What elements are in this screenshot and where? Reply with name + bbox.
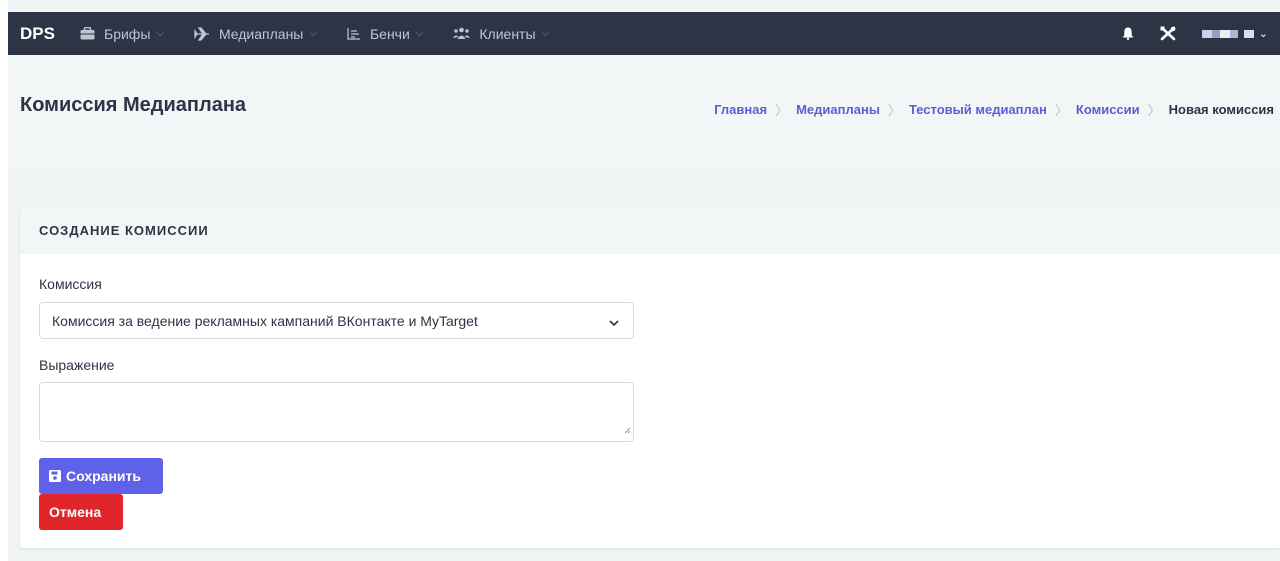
breadcrumb-item-test-mediaplan[interactable]: Тестовый медиаплан <box>909 102 1047 117</box>
commission-select[interactable]: Комиссия за ведение рекламных кампаний В… <box>39 302 634 339</box>
chevron-down-icon: ⌄ <box>1258 28 1268 40</box>
save-button-label: Сохранить <box>66 468 141 484</box>
nav-item-mediaplans[interactable]: Медиапланы ⌵ <box>194 26 317 42</box>
nav-item-clients[interactable]: Клиенты ⌵ <box>453 26 549 42</box>
card-header: СОЗДАНИЕ КОМИССИИ <box>20 208 1280 254</box>
cancel-button-label: Отмена <box>49 504 102 520</box>
bell-icon[interactable] <box>1122 27 1134 40</box>
tools-icon[interactable] <box>1160 26 1176 41</box>
chevron-down-icon: ⌵ <box>541 28 550 39</box>
save-button[interactable]: Сохранить <box>39 458 163 494</box>
plane-icon <box>194 26 210 41</box>
navbar-right: ⌄ <box>1096 26 1280 41</box>
chevron-right-icon: 〉 <box>775 103 789 118</box>
nav-item-label: Клиенты <box>479 25 536 42</box>
chevron-right-icon: 〉 <box>887 103 901 118</box>
chevron-right-icon: 〉 <box>1147 103 1161 118</box>
chevron-down-icon: ⌵ <box>415 28 424 39</box>
avatar <box>1201 29 1212 38</box>
chevron-down-icon <box>609 314 619 330</box>
breadcrumb-item-home[interactable]: Главная <box>714 102 767 117</box>
page-header: Комиссия Медиаплана Главная 〉 Медиапланы… <box>8 55 1280 165</box>
nav-item-label: Бенчи <box>369 25 410 42</box>
chart-icon <box>347 27 361 40</box>
commission-select-value: Комиссия за ведение рекламных кампаний В… <box>52 313 478 329</box>
nav-item-briefs[interactable]: Брифы ⌵ <box>80 26 164 42</box>
expression-textarea[interactable] <box>39 382 634 442</box>
floppy-disk-icon <box>49 470 61 482</box>
page-title: Комиссия Медиаплана <box>20 94 247 116</box>
nav-item-label: Медиапланы <box>218 25 304 42</box>
commission-label: Комиссия <box>39 276 102 292</box>
chevron-right-icon: 〉 <box>1054 103 1068 118</box>
expression-label: Выражение <box>39 357 115 373</box>
nav-item-benches[interactable]: Бенчи ⌵ <box>347 26 423 42</box>
breadcrumb-item-mediaplans[interactable]: Медиапланы <box>796 102 880 117</box>
breadcrumb: Главная 〉 Медиапланы 〉 Тестовый медиапла… <box>714 100 1274 119</box>
chevron-down-icon: ⌵ <box>156 28 164 39</box>
users-icon <box>453 27 471 40</box>
app-frame: DPS Брифы ⌵ Медиапланы ⌵ Бенчи ⌵ Клиенты… <box>8 0 1280 561</box>
nav-item-label: Брифы <box>104 25 151 42</box>
briefcase-icon <box>80 27 95 40</box>
cancel-button[interactable]: Отмена <box>39 494 123 530</box>
user-menu[interactable]: ⌄ <box>1201 27 1268 40</box>
chevron-down-icon: ⌵ <box>309 28 317 39</box>
create-commission-card: СОЗДАНИЕ КОМИССИИ Комиссия Комиссия за в… <box>20 208 1280 548</box>
top-navbar: DPS Брифы ⌵ Медиапланы ⌵ Бенчи ⌵ Клиенты… <box>8 12 1280 55</box>
resize-handle-icon[interactable] <box>623 421 631 439</box>
breadcrumb-item-current: Новая комиссия <box>1168 102 1274 117</box>
brand-logo[interactable]: DPS <box>8 24 80 44</box>
breadcrumb-item-commissions[interactable]: Комиссии <box>1076 102 1140 117</box>
